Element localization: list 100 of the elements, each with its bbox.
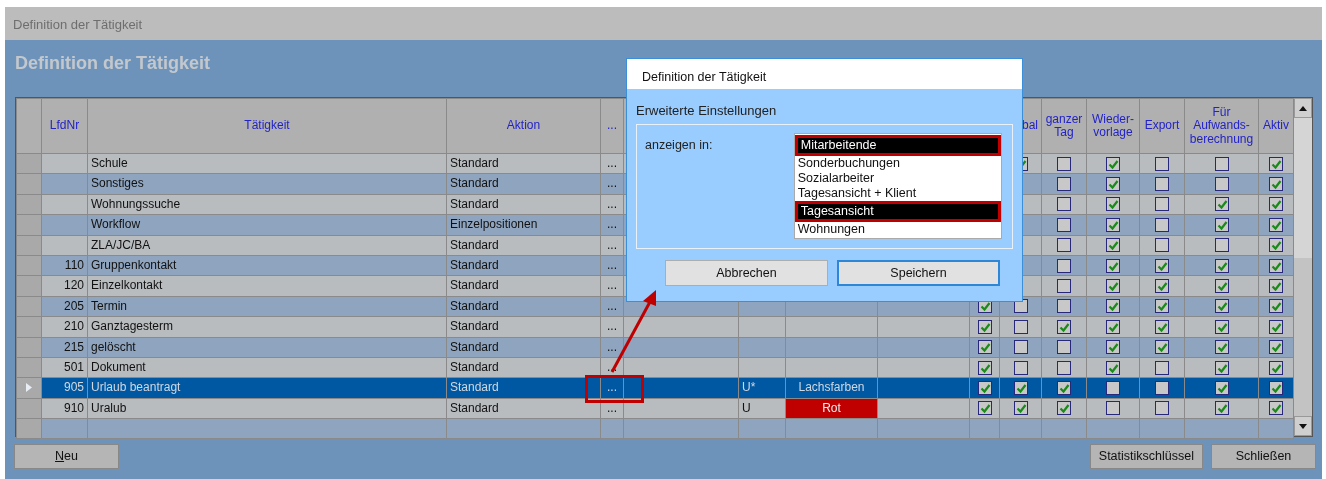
cancel-button[interactable]: Abbrechen (665, 260, 828, 286)
checkbox[interactable] (1214, 319, 1229, 334)
checkbox[interactable] (1057, 340, 1071, 355)
checkbox[interactable] (1057, 197, 1071, 212)
list-item[interactable]: Sonderbuchungen (794, 156, 1001, 171)
checkbox[interactable] (1155, 319, 1169, 334)
checkbox[interactable] (1269, 217, 1283, 232)
checkbox[interactable] (1013, 340, 1028, 355)
checkbox[interactable] (1106, 197, 1120, 212)
checkbox[interactable] (1155, 401, 1169, 416)
checkbox[interactable] (1057, 381, 1071, 395)
checkbox[interactable] (1214, 177, 1229, 192)
checkbox[interactable] (1155, 381, 1169, 395)
checkbox[interactable] (1269, 319, 1283, 334)
checkbox[interactable] (1057, 401, 1071, 416)
checkbox[interactable] (1106, 217, 1120, 232)
checkbox[interactable] (1269, 401, 1283, 416)
checkbox[interactable] (1106, 381, 1120, 395)
checkbox[interactable] (1013, 319, 1028, 334)
checkbox[interactable] (1155, 156, 1169, 171)
checkbox[interactable] (1013, 381, 1028, 395)
checkbox[interactable] (1269, 177, 1283, 192)
checkbox[interactable] (977, 401, 992, 416)
checkbox[interactable] (1269, 156, 1283, 171)
table-row[interactable]: 501 Dokument Standard ... (16, 357, 1294, 378)
checkbox[interactable] (1106, 238, 1120, 253)
checkbox[interactable] (1155, 238, 1169, 253)
checkbox[interactable] (1269, 299, 1283, 314)
checkbox[interactable] (1269, 360, 1283, 375)
checkbox[interactable] (1214, 258, 1229, 273)
checkbox[interactable] (1155, 258, 1169, 273)
checkbox[interactable] (1214, 340, 1229, 355)
checkbox[interactable] (1106, 360, 1120, 375)
checkbox[interactable] (1214, 197, 1229, 212)
checkbox[interactable] (1155, 360, 1169, 375)
table-row[interactable]: 210 Ganztagesterm Standard ... (16, 316, 1294, 337)
scroll-down-icon[interactable] (1299, 423, 1307, 429)
list-item[interactable]: Wohnungen (794, 222, 1001, 237)
table-row[interactable]: 215 gelöscht Standard ... (16, 337, 1294, 358)
checkbox[interactable] (1106, 279, 1120, 294)
checkbox[interactable] (1214, 299, 1229, 314)
checkbox[interactable] (1155, 340, 1169, 355)
checkbox[interactable] (1214, 238, 1229, 253)
list-item[interactable]: Mitarbeitende (797, 138, 998, 153)
column-header[interactable]: Tätigkeit (87, 98, 447, 154)
save-button[interactable]: Speichern (837, 260, 1000, 286)
checkbox[interactable] (1106, 401, 1120, 416)
checkbox[interactable] (1269, 258, 1283, 273)
checkbox[interactable] (1057, 360, 1071, 375)
checkbox[interactable] (1057, 238, 1071, 253)
checkbox[interactable] (1106, 340, 1120, 355)
footer-button[interactable]: Statistikschlüssel (1089, 444, 1203, 469)
checkbox[interactable] (1214, 156, 1229, 171)
scrollbar[interactable] (1294, 98, 1312, 436)
checkbox[interactable] (1214, 360, 1229, 375)
checkbox[interactable] (1155, 279, 1169, 294)
column-header[interactable]: LfdNr (41, 98, 88, 154)
checkbox[interactable] (977, 381, 992, 395)
checkbox[interactable] (1214, 381, 1229, 395)
checkbox[interactable] (1155, 299, 1169, 314)
column-header[interactable]: Aktiv (1258, 98, 1294, 154)
checkbox[interactable] (1155, 177, 1169, 192)
checkbox[interactable] (1057, 177, 1071, 192)
checkbox[interactable] (977, 360, 992, 375)
checkbox[interactable] (1269, 381, 1283, 395)
checkbox[interactable] (1155, 217, 1169, 232)
checkbox[interactable] (1057, 258, 1071, 273)
checkbox[interactable] (1269, 238, 1283, 253)
list-item[interactable]: Sozialarbeiter (794, 171, 1001, 186)
checkbox[interactable] (1106, 299, 1120, 314)
checkbox[interactable] (1057, 299, 1071, 314)
checkbox[interactable] (1214, 279, 1229, 294)
column-header[interactable]: Aktion (446, 98, 601, 154)
checkbox[interactable] (1106, 156, 1120, 171)
checkbox[interactable] (1013, 360, 1028, 375)
checkbox[interactable] (1106, 177, 1120, 192)
list-item[interactable]: Tagesansicht (797, 204, 998, 219)
footer-button[interactable]: Schließen (1211, 444, 1316, 469)
list-box[interactable]: Mitarbeitende Sonderbuchungen Sozialarbeiter Tagesansicht + Klient Tagesansicht Wohnungen (793, 133, 1002, 239)
checkbox[interactable] (1106, 319, 1120, 334)
checkbox[interactable] (1214, 217, 1229, 232)
footer-button[interactable]: Neu (14, 444, 119, 469)
checkbox[interactable] (1057, 217, 1071, 232)
checkbox[interactable] (1106, 258, 1120, 273)
column-header[interactable]: Für Aufwands- berechnung (1184, 98, 1259, 154)
checkbox[interactable] (977, 340, 992, 355)
row-header[interactable] (16, 377, 42, 399)
column-header[interactable]: Wieder- vorlage (1086, 98, 1140, 154)
checkbox[interactable] (1013, 401, 1028, 416)
checkbox[interactable] (1269, 279, 1283, 294)
checkbox[interactable] (1214, 401, 1229, 416)
checkbox[interactable] (1057, 156, 1071, 171)
scroll-up-icon[interactable] (1299, 105, 1307, 111)
column-header[interactable]: ganzer Tag (1041, 98, 1087, 154)
checkbox[interactable] (1057, 319, 1071, 334)
checkbox[interactable] (1269, 340, 1283, 355)
checkbox[interactable] (1057, 279, 1071, 294)
checkbox[interactable] (1269, 197, 1283, 212)
column-header[interactable]: Export (1139, 98, 1185, 154)
list-item[interactable]: Tagesansicht + Klient (794, 186, 1001, 201)
